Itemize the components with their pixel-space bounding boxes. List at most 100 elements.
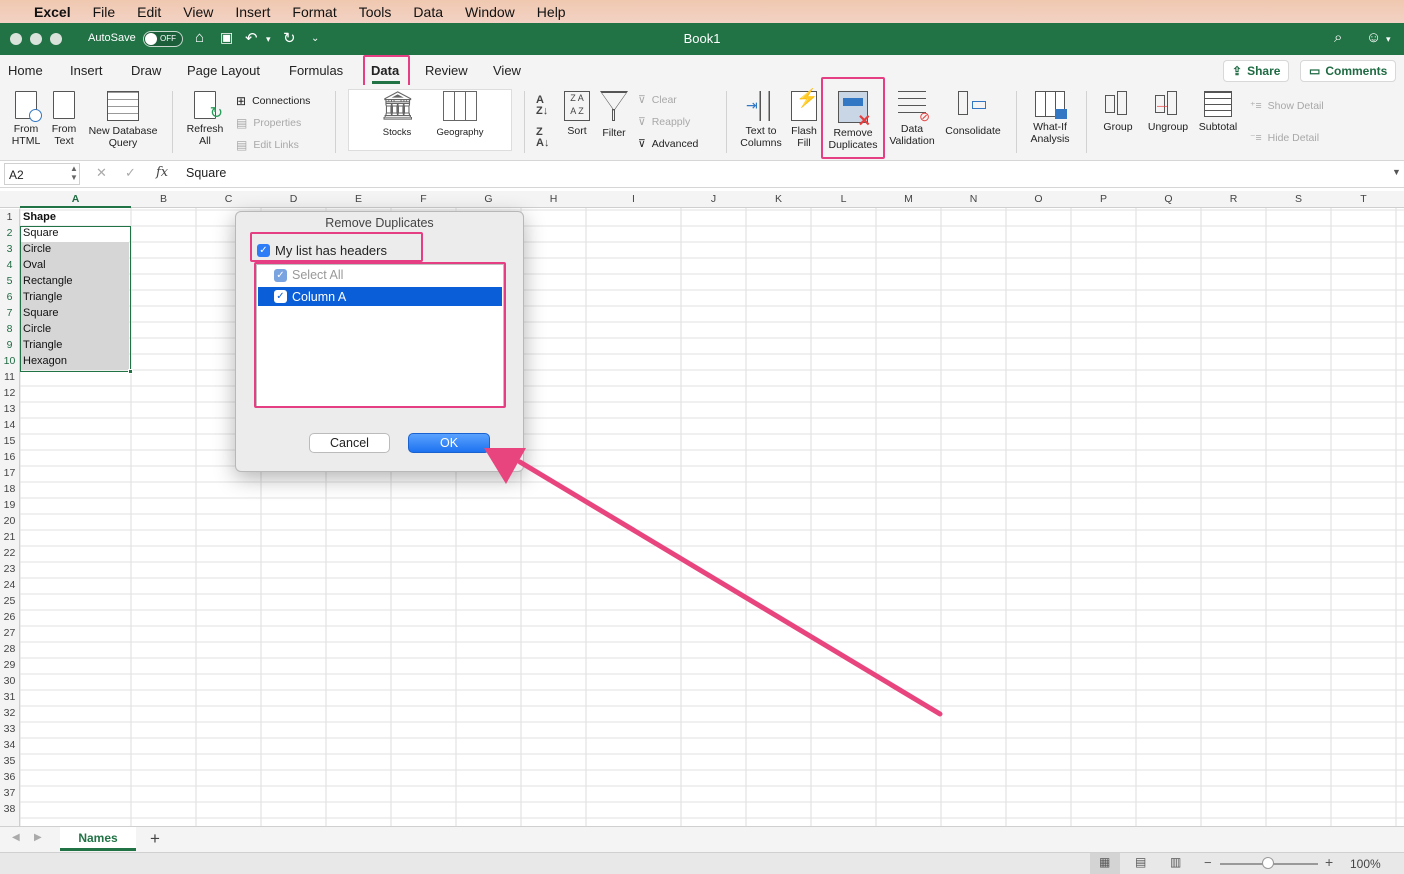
row-header-6[interactable]: 6 [0, 291, 19, 303]
row-header-24[interactable]: 24 [0, 579, 19, 591]
new-database-query-button[interactable]: New Database Query [84, 87, 162, 149]
row-header-17[interactable]: 17 [0, 467, 19, 479]
page-layout-view-icon[interactable]: ▤ [1135, 855, 1146, 869]
columns-listbox[interactable]: ✓ Select All ✓ Column A [256, 264, 504, 407]
from-text-button[interactable]: From Text [46, 87, 82, 147]
row-header-28[interactable]: 28 [0, 643, 19, 655]
column-a-checkbox[interactable]: ✓ [274, 290, 287, 303]
edit-links-button[interactable]: ▤ Edit Links [236, 138, 299, 152]
menu-edit[interactable]: Edit [137, 4, 161, 20]
row-header-12[interactable]: 12 [0, 387, 19, 399]
refresh-all-button[interactable]: ↻ Refresh All [182, 87, 228, 147]
row-header-38[interactable]: 38 [0, 803, 19, 815]
stocks-button[interactable]: 🏛 Stocks [372, 87, 422, 139]
ok-button[interactable]: OK [408, 433, 490, 453]
row-header-36[interactable]: 36 [0, 771, 19, 783]
text-to-columns-button[interactable]: ⇥ Text to Columns [736, 87, 786, 149]
column-header-k[interactable]: K [746, 193, 811, 205]
connections-button[interactable]: ⊞ Connections [236, 94, 310, 108]
page-break-view-icon[interactable]: ▥ [1170, 855, 1181, 869]
row-header-32[interactable]: 32 [0, 707, 19, 719]
tab-data[interactable]: Data [371, 63, 399, 78]
geography-button[interactable]: Geography [432, 87, 488, 139]
menu-window[interactable]: Window [465, 4, 515, 20]
row-header-9[interactable]: 9 [0, 339, 19, 351]
row-header-16[interactable]: 16 [0, 451, 19, 463]
name-box[interactable]: A2 [4, 163, 80, 185]
row-header-37[interactable]: 37 [0, 787, 19, 799]
smiley-feedback-icon[interactable]: ☺ [1366, 29, 1381, 46]
row-header-19[interactable]: 19 [0, 499, 19, 511]
sort-z-to-a-icon[interactable]: Z A↓ [536, 127, 549, 149]
sort-a-to-z-icon[interactable]: A Z↓ [536, 95, 548, 117]
column-header-a[interactable]: A [20, 193, 131, 205]
select-all-checkbox[interactable]: ✓ [274, 268, 287, 282]
row-header-5[interactable]: 5 [0, 275, 19, 287]
tab-home[interactable]: Home [8, 63, 43, 78]
consolidate-button[interactable]: Consolidate [940, 87, 1006, 137]
row-header-25[interactable]: 25 [0, 595, 19, 607]
column-header-o[interactable]: O [1006, 193, 1071, 205]
worksheet-grid[interactable] [0, 191, 1404, 826]
column-header-f[interactable]: F [391, 193, 456, 205]
zoom-level[interactable]: 100% [1350, 857, 1381, 871]
cancel-entry-icon[interactable]: ✕ [96, 165, 107, 181]
show-detail-button[interactable]: ⁺≡ Show Detail [1250, 100, 1324, 112]
column-header-s[interactable]: S [1266, 193, 1331, 205]
menu-insert[interactable]: Insert [235, 4, 270, 20]
select-all-row[interactable]: ✓ Select All [274, 268, 343, 282]
row-header-8[interactable]: 8 [0, 323, 19, 335]
row-header-4[interactable]: 4 [0, 259, 19, 271]
confirm-entry-icon[interactable]: ✓ [125, 165, 136, 181]
add-sheet-button[interactable]: + [150, 829, 160, 849]
cell-a1[interactable]: Shape [21, 210, 129, 226]
row-header-29[interactable]: 29 [0, 659, 19, 671]
row-header-15[interactable]: 15 [0, 435, 19, 447]
row-header-7[interactable]: 7 [0, 307, 19, 319]
tab-view[interactable]: View [493, 63, 521, 78]
column-header-q[interactable]: Q [1136, 193, 1201, 205]
column-header-r[interactable]: R [1201, 193, 1266, 205]
formula-input[interactable]: Square [186, 166, 226, 180]
column-header-p[interactable]: P [1071, 193, 1136, 205]
subtotal-button[interactable]: Subtotal [1194, 87, 1242, 133]
row-header-11[interactable]: 11 [0, 371, 19, 383]
row-header-35[interactable]: 35 [0, 755, 19, 767]
data-validation-button[interactable]: ⊘ Data Validation [886, 87, 938, 147]
column-header-d[interactable]: D [261, 193, 326, 205]
column-header-t[interactable]: T [1331, 193, 1396, 205]
column-header-j[interactable]: J [681, 193, 746, 205]
sort-button[interactable]: Z AA Z Sort [560, 87, 594, 137]
share-button[interactable]: ⇪ Share [1223, 60, 1290, 82]
flash-fill-button[interactable]: ⚡ Flash Fill [788, 87, 820, 149]
group-button[interactable]: Group [1096, 87, 1140, 133]
tab-formulas[interactable]: Formulas [289, 63, 343, 78]
column-a-row[interactable]: ✓ Column A [258, 287, 502, 306]
remove-duplicates-button[interactable]: ✕ Remove Duplicates [824, 87, 882, 151]
column-header-c[interactable]: C [196, 193, 261, 205]
hide-detail-button[interactable]: ⁻≡ Hide Detail [1250, 132, 1319, 144]
search-icon[interactable]: ⌕ [1334, 29, 1342, 46]
tab-insert[interactable]: Insert [70, 63, 103, 78]
filter-button[interactable]: Filter [598, 87, 630, 139]
properties-button[interactable]: ▤ Properties [236, 116, 301, 130]
row-header-22[interactable]: 22 [0, 547, 19, 559]
zoom-slider-thumb[interactable] [1262, 857, 1274, 869]
column-header-i[interactable]: I [586, 193, 681, 205]
name-box-stepper-icon[interactable]: ▲ ▼ [70, 164, 78, 182]
column-header-l[interactable]: L [811, 193, 876, 205]
row-header-30[interactable]: 30 [0, 675, 19, 687]
menu-app-excel[interactable]: Excel [34, 4, 71, 20]
reapply-button[interactable]: ⊽ Reapply [638, 116, 690, 128]
row-header-21[interactable]: 21 [0, 531, 19, 543]
row-header-2[interactable]: 2 [0, 227, 19, 239]
row-header-18[interactable]: 18 [0, 483, 19, 495]
row-header-1[interactable]: 1 [0, 211, 19, 223]
row-header-20[interactable]: 20 [0, 515, 19, 527]
from-html-button[interactable]: From HTML [8, 87, 44, 147]
headers-checkbox[interactable]: ✓ [257, 244, 270, 257]
zoom-out-button[interactable]: − [1204, 855, 1212, 870]
feedback-dropdown-icon[interactable]: ▾ [1386, 34, 1391, 45]
row-header-14[interactable]: 14 [0, 419, 19, 431]
headers-checkbox-row[interactable]: ✓ My list has headers [257, 243, 387, 258]
